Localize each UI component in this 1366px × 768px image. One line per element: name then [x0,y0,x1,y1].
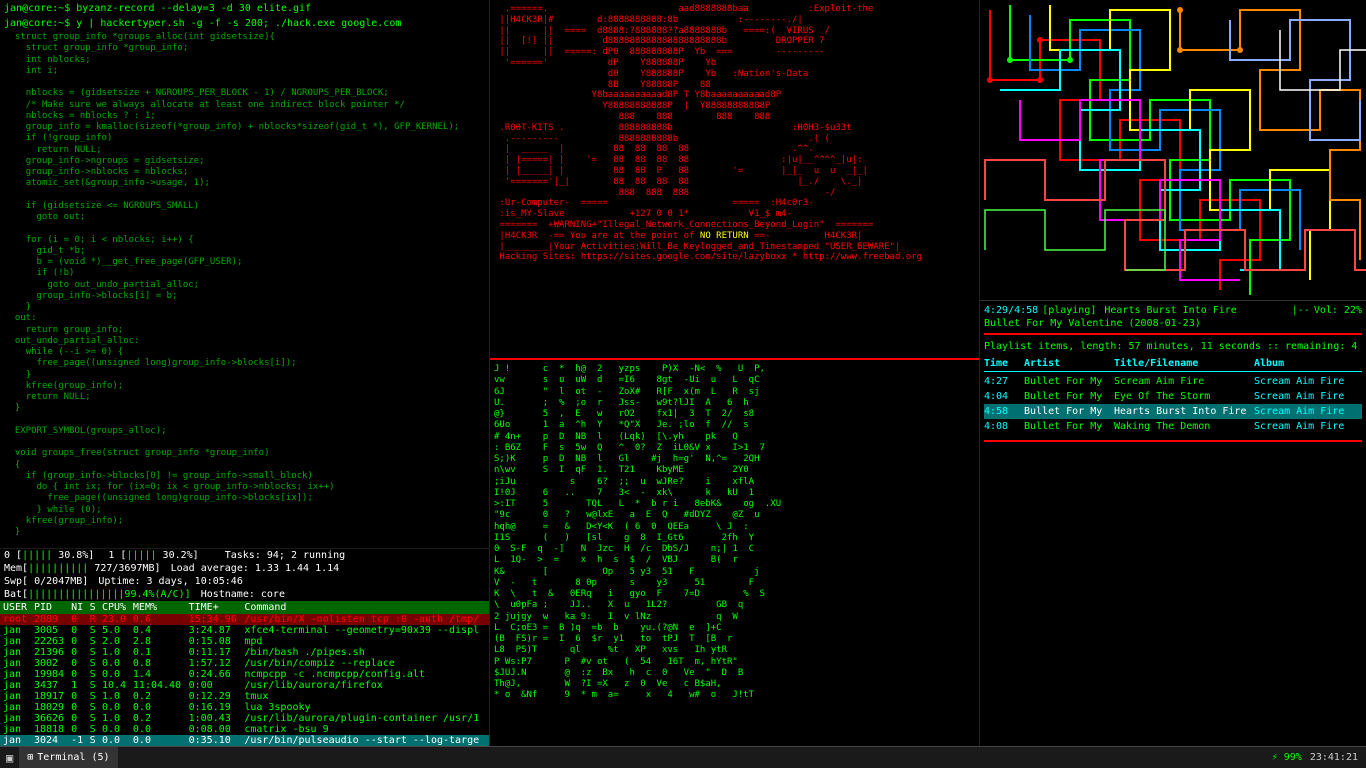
taskbar-icon: ▣ [0,751,19,765]
process-table-header: USER PID NI S CPU% MEM% TIME+ Command [0,601,489,614]
track-artist-2: Bullet For My [1024,389,1114,404]
col-cpu: CPU% [99,601,130,614]
table-row: jan30050S5.00.43:24.87xfce4-terminal --g… [0,625,489,636]
playlist-row-2[interactable]: 4:04 Bullet For My Eye Of The Storm Scre… [984,389,1362,404]
now-playing-row2: Bullet For My Valentine (2008-01-23) [984,318,1362,329]
cell-pid: 2889 [31,614,68,625]
table-row: jan188180S0.00.00:08.00cmatrix -bsu 9 [0,724,489,735]
playlist-row-4[interactable]: 4:08 Bullet For My Waking The Demon Scre… [984,419,1362,434]
volume-display: Vol: 22% [1314,305,1362,316]
track-title-2: Eye Of The Storm [1114,389,1254,404]
col-time: TIME+ [186,601,242,614]
track-album-4: Scream Aim Fire [1254,419,1362,434]
table-row: jan199840S0.01.40:24.66ncmpcpp -c .ncmpc… [0,669,489,680]
htop-bat-bar: Bat[||||||||||||||||99.4%(A/C)] Hostname… [0,588,489,601]
taskbar-terminal-button[interactable]: ⊞ Terminal (5) [19,747,117,768]
track-album-2: Scream Aim Fire [1254,389,1362,404]
col-s: S [87,601,99,614]
track-album-3: Scream Aim Fire [1254,404,1362,419]
current-track-title: Hearts Burst Into Fire [1104,305,1287,316]
cell-mem: 0.6 [130,614,186,625]
track-time-2: 4:04 [984,389,1024,404]
terminal-prompt-1: jan@core:~$ byzanz-record --delay=3 -d 3… [4,2,485,15]
track-artist-1: Bullet For My [1024,374,1114,389]
htop-panel: 0 [||||| 30.8%] 1 [||||| 30.2%] Tasks: 9… [0,548,489,768]
playback-state: [playing] [1042,305,1096,316]
bottom-separator [984,440,1362,442]
hacker-art-display: .======. aad8888888baa :Exploit-the ||H4… [490,0,979,360]
table-row: jan180290S0.00.00:16.19lua 3spooky [0,702,489,713]
main-layout: jan@core:~$ byzanz-record --delay=3 -d 3… [0,0,1366,768]
header-time: Time [984,358,1024,369]
track-separator: |-- [1292,305,1310,316]
track-album-1: Scream Aim Fire [1254,374,1362,389]
col-cmd: Command [241,601,489,614]
maze-area [980,0,1366,300]
track-title-1: Scream Aim Fire [1114,374,1254,389]
playlist-row-1[interactable]: 4:27 Bullet For My Scream Aim Fire Screa… [984,374,1362,389]
header-title: Title/Filename [1114,358,1254,369]
cell-cmd: /usr/bin/X -nolisten tcp :0 -auth /tmp/ [241,614,489,625]
clock: 23:41:21 [1310,752,1358,763]
music-player: 4:29/4:58 [playing] Hearts Burst Into Fi… [980,300,1366,768]
header-artist: Artist [1024,358,1114,369]
htop-mem-bar: Mem[|||||||||| 727/3697MB] Load average:… [0,562,489,575]
htop-swp-bar: Swp[ 0/2047MB] Uptime: 3 days, 10:05:46 [0,575,489,588]
track-artist-3: Bullet For My [1024,404,1114,419]
taskbar: ▣ ⊞ Terminal (5) ⚡ 99% 23:41:21 [0,746,1366,768]
terminal-prompt-2: jan@core:~$ y | hackertyper.sh -g -f -s … [4,17,485,30]
progress-bar-area [984,333,1362,335]
track-artist-4: Bullet For My [1024,419,1114,434]
now-playing-row1: 4:29/4:58 [playing] Hearts Burst Into Fi… [984,305,1362,316]
table-row: jan34371S10.411:04.400:00/usr/lib/aurora… [0,680,489,691]
terminal-output: jan@core:~$ byzanz-record --delay=3 -d 3… [0,0,489,548]
col-mem: MEM% [130,601,186,614]
col-user: USER [0,601,31,614]
middle-hacker-panel: .======. aad8888888baa :Exploit-the ||H4… [490,0,980,768]
table-row: jan30020S0.00.81:57.12/usr/bin/compiz --… [0,658,489,669]
battery-indicator: ⚡ 99% [1272,752,1302,763]
cell-time: 15:34.96 [186,614,242,625]
track-title-3: Hearts Burst Into Fire [1114,404,1254,419]
table-row: jan213960S1.00.10:11.17/bin/bash ./pipes… [0,647,489,658]
htop-cpu1-bar: 0 [||||| 30.8%] 1 [||||| 30.2%] Tasks: 9… [0,549,489,562]
header-album: Album [1254,358,1362,369]
table-row: root 2889 0 R 23.0 0.6 15:34.96 /usr/bin… [0,614,489,625]
cell-s: R [87,614,99,625]
playback-time: 4:29/4:58 [984,305,1038,316]
left-terminal-panel: jan@core:~$ byzanz-record --delay=3 -d 3… [0,0,490,768]
terminal-label: Terminal (5) [37,752,109,763]
taskbar-right: ⚡ 99% 23:41:21 [1272,752,1366,763]
col-ni: NI [68,601,87,614]
maze-svg [980,0,1366,300]
col-pid: PID [31,601,68,614]
track-time-4: 4:08 [984,419,1024,434]
prompt-text-2: jan@core:~$ y | hackertyper.sh -g -f -s … [4,18,401,29]
cell-ni: 0 [68,614,87,625]
playlist-row-3-active[interactable]: 4:58 Bullet For My Hearts Burst Into Fir… [984,404,1362,419]
prompt-text: jan@core:~$ byzanz-record --delay=3 -d 3… [4,3,311,14]
playlist-info: Playlist items, length: 57 minutes, 11 s… [984,341,1362,352]
table-row: jan3024-1S0.00.00:35.10/usr/bin/pulseaud… [0,735,489,746]
right-panel: 4:29/4:58 [playing] Hearts Burst Into Fi… [980,0,1366,768]
table-row: jan366260S1.00.21:00.43/usr/lib/aurora/p… [0,713,489,724]
track-artist-album: Bullet For My Valentine (2008-01-23) [984,318,1201,329]
process-table: USER PID NI S CPU% MEM% TIME+ Command ro… [0,601,489,746]
table-row: jan222630S2.02.80:15.08mpd [0,636,489,647]
cell-user: root [0,614,31,625]
playlist-table-header: Time Artist Title/Filename Album [984,358,1362,372]
code-output: struct group_info *groups_alloc(int gids… [4,32,485,548]
terminal-icon: ⊞ [27,752,33,763]
table-row: jan189170S1.00.20:12.29tmux [0,691,489,702]
track-time-1: 4:27 [984,374,1024,389]
track-time-3: 4:58 [984,404,1024,419]
track-title-4: Waking The Demon [1114,419,1254,434]
cell-cpu: 23.0 [99,614,130,625]
random-chars-display: J ! c * h@ 2 yzps P)X -N< % U P, vw s u … [490,360,979,768]
